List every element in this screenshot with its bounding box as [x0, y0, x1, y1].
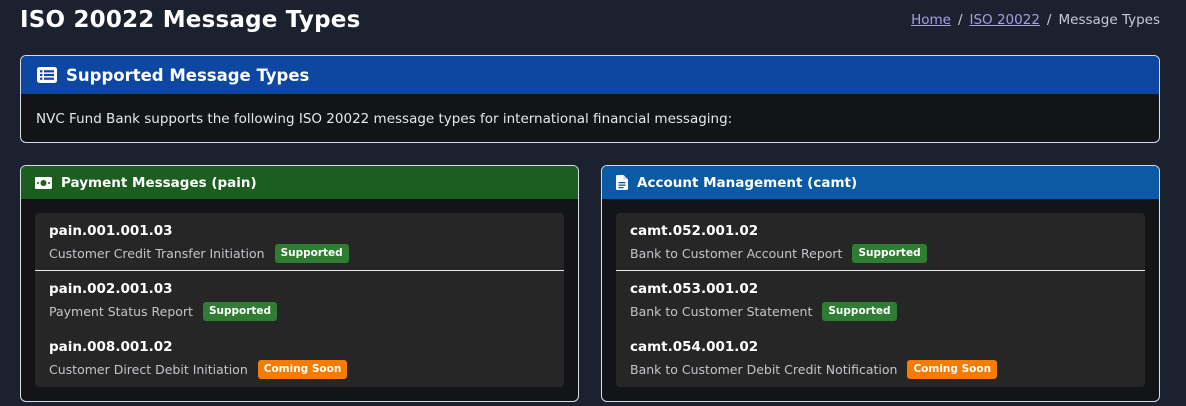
- message-description: Payment Status Report: [49, 304, 193, 319]
- card-title: Payment Messages (pain): [61, 174, 257, 191]
- list-item: pain.001.001.03 Customer Credit Transfer…: [35, 213, 564, 271]
- card-header: Payment Messages (pain): [21, 166, 578, 199]
- message-description: Bank to Customer Account Report: [630, 246, 843, 261]
- message-code: pain.001.001.03: [49, 223, 173, 239]
- money-icon: [35, 176, 52, 189]
- breadcrumb-separator: /: [1046, 12, 1052, 28]
- page-header: ISO 20022 Message Types Home / ISO 20022…: [20, 0, 1160, 40]
- card-header: Supported Message Types: [21, 56, 1159, 94]
- status-badge: Supported: [202, 302, 278, 321]
- account-management-card: Account Management (camt) camt.052.001.0…: [601, 165, 1160, 402]
- message-description: Bank to Customer Statement: [630, 304, 813, 319]
- message-description: Customer Credit Transfer Initiation: [49, 246, 265, 261]
- breadcrumb: Home / ISO 20022 / Message Types: [911, 12, 1160, 28]
- message-code: pain.002.001.03: [49, 281, 173, 297]
- status-badge: Supported: [822, 302, 897, 321]
- list-item: pain.002.001.03 Payment Status Report Su…: [35, 271, 564, 329]
- message-code: camt.053.001.02: [630, 281, 759, 297]
- page-title: ISO 20022 Message Types: [20, 7, 361, 33]
- message-code: pain.008.001.02: [49, 339, 173, 355]
- supported-types-card: Supported Message Types NVC Fund Bank su…: [20, 55, 1160, 143]
- message-list: pain.001.001.03 Customer Credit Transfer…: [35, 213, 564, 387]
- list-item: pain.008.001.02 Customer Direct Debit In…: [35, 329, 564, 387]
- breadcrumb-current: Message Types: [1058, 12, 1160, 28]
- status-badge: Coming Soon: [257, 360, 348, 379]
- card-body: NVC Fund Bank supports the following ISO…: [36, 111, 733, 127]
- message-code: camt.054.001.02: [630, 339, 759, 355]
- status-badge: Supported: [852, 244, 927, 263]
- card-header: Account Management (camt): [602, 166, 1159, 199]
- message-description: Customer Direct Debit Initiation: [49, 362, 248, 377]
- card-title: Supported Message Types: [66, 65, 310, 85]
- payment-messages-card: Payment Messages (pain) pain.001.001.03 …: [20, 165, 579, 402]
- message-list: camt.052.001.02 Bank to Customer Account…: [616, 213, 1145, 387]
- breadcrumb-separator: /: [957, 12, 963, 28]
- status-badge: Coming Soon: [907, 360, 998, 379]
- list-item: camt.053.001.02 Bank to Customer Stateme…: [616, 271, 1145, 329]
- card-title: Account Management (camt): [637, 174, 858, 191]
- breadcrumb-iso20022-link[interactable]: ISO 20022: [970, 12, 1040, 28]
- message-description: Bank to Customer Debit Credit Notificati…: [630, 362, 898, 377]
- list-item: camt.052.001.02 Bank to Customer Account…: [616, 213, 1145, 271]
- status-badge: Supported: [274, 244, 349, 263]
- breadcrumb-home-link[interactable]: Home: [911, 12, 951, 28]
- document-icon: [616, 175, 628, 190]
- list-item: camt.054.001.02 Bank to Customer Debit C…: [616, 329, 1145, 387]
- message-code: camt.052.001.02: [630, 223, 759, 239]
- list-icon: [37, 67, 57, 83]
